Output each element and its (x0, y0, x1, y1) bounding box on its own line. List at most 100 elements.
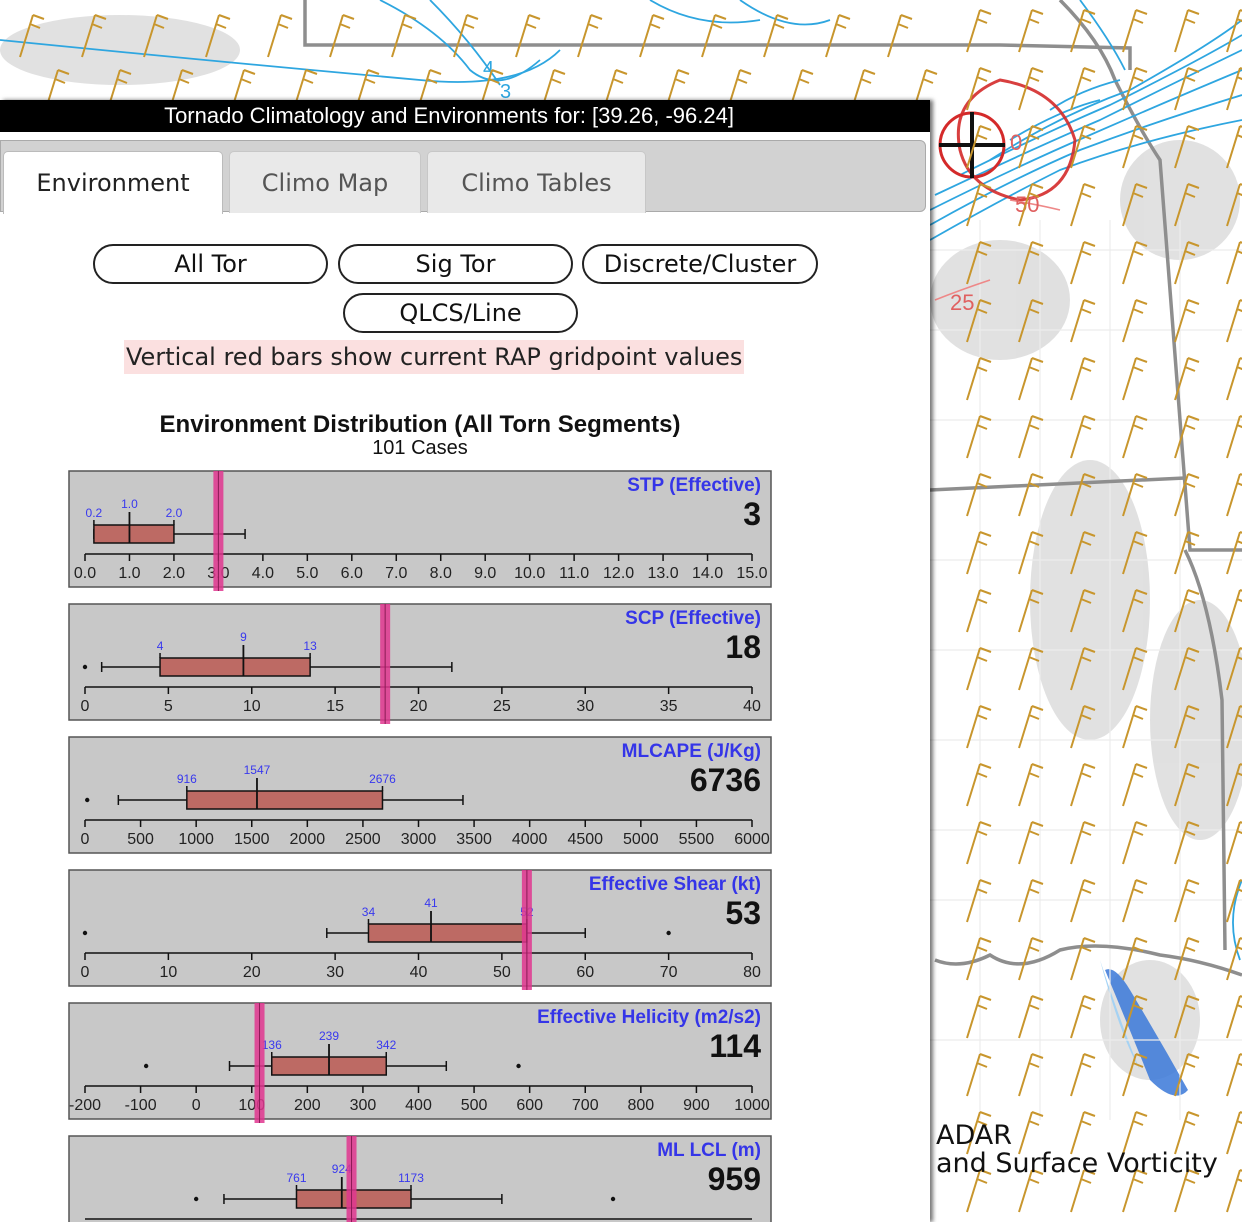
stat-label: 9 (240, 630, 247, 644)
iqr-box (186, 790, 384, 810)
stat-label: 1547 (244, 763, 271, 777)
x-tick-label: 0 (81, 698, 90, 715)
stat-label: 239 (319, 1029, 339, 1043)
parameter-label: Effective Shear (kt) (589, 874, 761, 895)
box-plot-3: 01020304050607080344152Effective Shear (… (68, 869, 772, 990)
parameter-value: 18 (725, 629, 761, 665)
outlier-point (516, 1063, 521, 1069)
contour-label: 25 (950, 290, 974, 315)
x-tick-label: 1000 (734, 1097, 770, 1114)
x-tick-label: 900 (683, 1097, 710, 1114)
x-tick-label: 6000 (734, 831, 770, 848)
stat-label: 761 (286, 1171, 306, 1185)
x-tick-label: 800 (627, 1097, 654, 1114)
stat-label: 2676 (369, 772, 396, 786)
x-tick-label: 11.0 (559, 565, 589, 582)
outlier-point (666, 930, 671, 936)
x-tick-label: 2000 (290, 831, 326, 848)
stat-label: 41 (424, 896, 438, 910)
x-tick-label: 10.0 (514, 565, 545, 582)
x-tick-label: 3500 (456, 831, 492, 848)
x-tick-label: 25 (493, 698, 511, 715)
x-tick-label: 500 (461, 1097, 488, 1114)
stat-label: 2.0 (166, 506, 183, 520)
x-tick-label: 4000 (512, 831, 548, 848)
x-tick-label: 5000 (623, 831, 659, 848)
iqr-box (367, 923, 528, 943)
contour-label: 0 (1010, 130, 1022, 155)
outlier-point (82, 930, 88, 936)
outlier-point (143, 1063, 149, 1069)
x-tick-label: 10 (243, 698, 261, 715)
map-caption-line1: ADAR (936, 1120, 1013, 1151)
parameter-value: 959 (708, 1161, 761, 1197)
x-tick-label: 700 (572, 1097, 599, 1114)
stat-label: 0.2 (86, 506, 103, 520)
stat-label: 342 (376, 1038, 396, 1052)
x-tick-label: 9.0 (474, 565, 496, 582)
x-tick-label: 30 (326, 964, 344, 981)
stat-label: 34 (362, 905, 376, 919)
x-tick-label: 80 (743, 964, 761, 981)
x-tick-label: 7.0 (385, 565, 407, 582)
x-tick-label: 20 (410, 698, 428, 715)
parameter-value: 114 (709, 1028, 761, 1064)
x-tick-label: 60 (576, 964, 594, 981)
parameter-label: Effective Helicity (m2/s2) (537, 1007, 761, 1028)
parameter-label: MLCAPE (J/Kg) (622, 741, 761, 762)
parameter-value: 53 (725, 895, 761, 931)
parameter-value: 6736 (690, 762, 761, 798)
parameter-value: 3 (743, 496, 761, 532)
box-plot-2: 0 500 1000 1500 2000 2500 3000 3500 4000 4500 5000… (68, 736, 772, 854)
x-tick-label: 30 (576, 698, 594, 715)
x-tick-label: 300 (350, 1097, 377, 1114)
parameter-label: ML LCL (m) (657, 1140, 761, 1161)
x-tick-label: 1.0 (118, 565, 140, 582)
box-plot-5: 7619241173ML LCL (m)959 (68, 1135, 772, 1222)
x-tick-label: -200 (69, 1097, 101, 1114)
box-plot-charts: 0.01.02.03.04.05.06.07.08.09.010.011.012… (68, 470, 772, 1222)
x-tick-label: 0 (81, 964, 90, 981)
x-tick-label: 70 (660, 964, 678, 981)
x-tick-label: 15.0 (736, 565, 767, 582)
iqr-box (93, 524, 175, 544)
x-tick-label: 400 (405, 1097, 432, 1114)
x-tick-label: 5500 (679, 831, 715, 848)
climatology-panel: Tornado Climatology and Environments for… (0, 100, 930, 1222)
stat-label: 916 (177, 772, 197, 786)
x-tick-label: 0 (192, 1097, 201, 1114)
x-tick-label: 13.0 (647, 565, 678, 582)
stat-label: 1.0 (121, 497, 138, 511)
x-tick-label: 15 (326, 698, 344, 715)
x-tick-label: 50 (493, 964, 511, 981)
box-plot-1: 0 5 10 15 20 25 30 35 40 4 9 13 SCP (Effective)18 (68, 603, 772, 724)
x-tick-label: 2.0 (163, 565, 185, 582)
x-tick-label: 600 (516, 1097, 543, 1114)
x-tick-label: 2500 (345, 831, 381, 848)
box-plot-0: 0.01.02.03.04.05.06.07.08.09.010.011.012… (68, 470, 772, 591)
x-tick-label: -100 (125, 1097, 157, 1114)
x-tick-label: 1000 (178, 831, 214, 848)
x-tick-label: 35 (660, 698, 678, 715)
outlier-point (82, 664, 88, 670)
box-plot-4: -200 -100 0 100 200 300 400 500 600 700 800 900 1000… (68, 1002, 772, 1123)
outlier-point (85, 797, 90, 803)
x-tick-label: 5 (164, 698, 173, 715)
x-tick-label: 8.0 (430, 565, 452, 582)
x-tick-label: 40 (743, 698, 761, 715)
stat-label: 1173 (398, 1171, 424, 1185)
outlier-point (193, 1196, 199, 1202)
x-tick-label: 20 (243, 964, 261, 981)
x-tick-label: 14.0 (692, 565, 723, 582)
x-tick-label: 0 (81, 831, 90, 848)
contour-label: 4 (483, 58, 494, 80)
x-tick-label: 4500 (567, 831, 603, 848)
x-tick-label: 5.0 (296, 565, 318, 582)
x-tick-label: 200 (294, 1097, 321, 1114)
x-tick-label: 4.0 (252, 565, 274, 582)
parameter-label: SCP (Effective) (625, 608, 761, 629)
iqr-box (159, 657, 311, 677)
x-tick-label: 500 (127, 831, 154, 848)
x-tick-label: 0.0 (74, 565, 96, 582)
map-caption: ADAR and Surface Vorticity (936, 1122, 1218, 1178)
